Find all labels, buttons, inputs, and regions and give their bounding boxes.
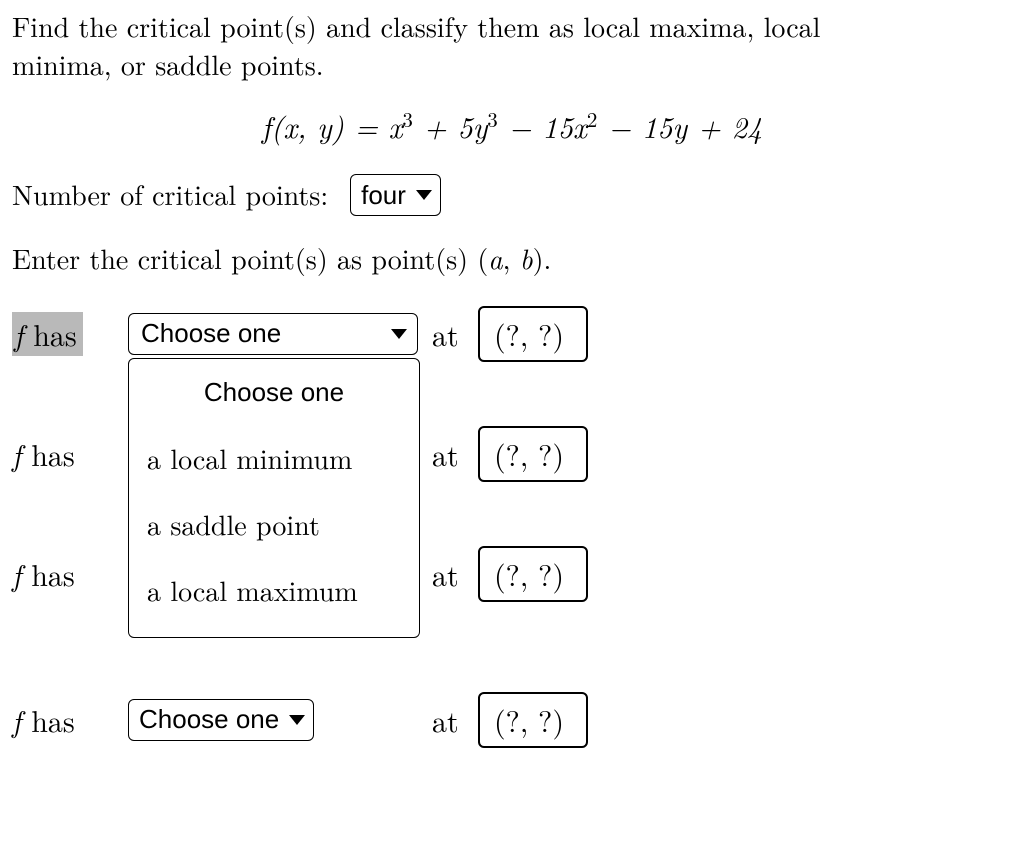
enter-critical-points-line: Enter the critical point(s) as point(s) … [12, 240, 1012, 278]
at-4: at [432, 700, 478, 741]
chevron-down-icon [416, 190, 432, 200]
point-input-4[interactable]: (?, ?) [478, 692, 588, 748]
point-input-2-value: (?, ?) [494, 434, 564, 475]
answer-row-4: f has Choose one at (?, ?) [12, 692, 1012, 748]
chevron-down-icon [289, 715, 305, 725]
prompt-line-1: Find the critical point(s) and classify … [12, 6, 820, 46]
point-input-2[interactable]: (?, ?) [478, 426, 588, 482]
num-cp-select[interactable]: four [350, 174, 441, 216]
equation: f(x, y) = x3 + 5y3 − 15x2 − 15y + 24 [12, 106, 1012, 147]
point-input-3[interactable]: (?, ?) [478, 546, 588, 602]
question-prompt: Find the critical point(s) and classify … [12, 8, 1012, 84]
eq-lhs: f(x, y) = [262, 104, 389, 147]
fhas-3: f has [12, 554, 128, 595]
classification-select-1[interactable]: Choose one [128, 313, 418, 355]
answers-block: f has Choose one at (?, ?) Choose one a … [12, 306, 1012, 748]
eq-part-3: − 15x [498, 104, 587, 147]
fhas-1: f has [12, 312, 128, 357]
at-1: at [432, 314, 478, 355]
dropdown-option-local-min[interactable]: a local minimum [129, 426, 419, 492]
classification-select-4-label: Choose one [139, 702, 279, 737]
point-input-1[interactable]: (?, ?) [478, 306, 588, 362]
fhas-2: f has [12, 434, 128, 475]
enter-line-text: Enter the critical point(s) as point(s) … [12, 240, 551, 278]
prompt-line-2: minima, or saddle points. [12, 44, 324, 84]
eq-part-2: + 5y [413, 104, 487, 147]
eq-x1: x [388, 104, 402, 147]
classification-dropdown[interactable]: Choose one a local minimum a saddle poin… [128, 358, 420, 638]
eq-exp-1: 3 [402, 104, 413, 134]
dropdown-option-local-max[interactable]: a local maximum [129, 558, 419, 624]
num-cp-value: four [361, 178, 406, 213]
dropdown-option-saddle[interactable]: a saddle point [129, 492, 419, 558]
point-input-3-value: (?, ?) [494, 554, 564, 595]
num-cp-label: Number of critical points: [12, 176, 328, 214]
at-3: at [432, 554, 478, 595]
point-input-1-value: (?, ?) [494, 314, 564, 355]
classification-select-4[interactable]: Choose one [128, 699, 314, 741]
point-input-4-value: (?, ?) [494, 700, 564, 741]
at-2: at [432, 434, 478, 475]
chevron-down-icon [391, 329, 407, 339]
eq-exp-3: 2 [587, 104, 598, 134]
num-critical-points-row: Number of critical points: four [12, 174, 1012, 216]
dropdown-header: Choose one [129, 369, 419, 426]
answer-row-1: f has Choose one at (?, ?) [12, 306, 1012, 362]
fhas-4: f has [12, 700, 128, 741]
classification-select-1-label: Choose one [141, 316, 381, 351]
eq-part-4: − 15y + 24 [597, 104, 762, 147]
eq-exp-2: 3 [487, 104, 498, 134]
